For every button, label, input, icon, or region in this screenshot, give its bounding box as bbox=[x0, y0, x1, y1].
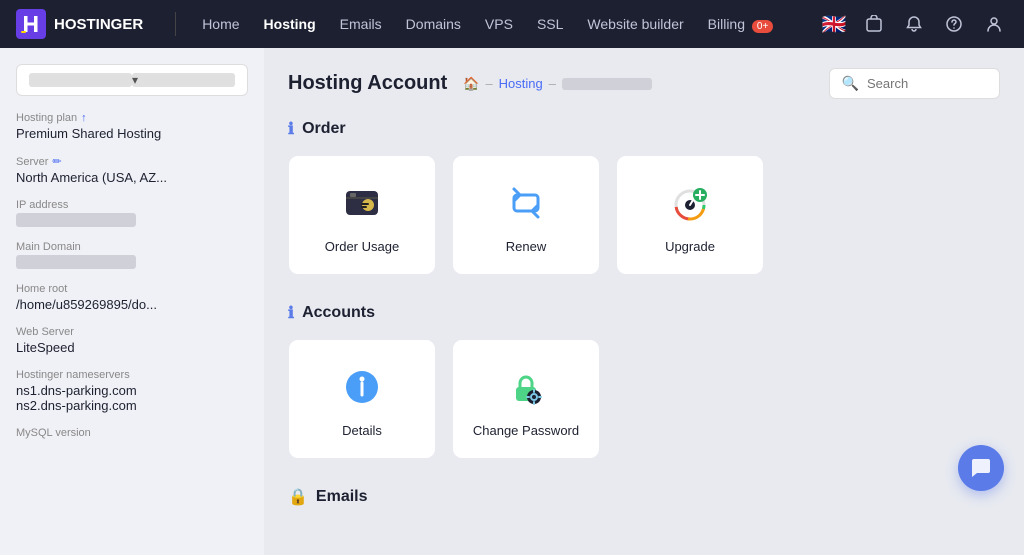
help-icon[interactable] bbox=[940, 10, 968, 38]
main-layout: ▾ Hosting plan ↑ Premium Shared Hosting … bbox=[0, 48, 1024, 555]
upgrade-icon[interactable]: ↑ bbox=[81, 112, 87, 124]
server-label: Server ✏ bbox=[16, 155, 248, 168]
web-server-value: LiteSpeed bbox=[16, 340, 248, 355]
order-usage-icon bbox=[336, 177, 388, 229]
emails-title-text: Emails bbox=[316, 488, 368, 506]
search-box[interactable]: 🔍 bbox=[829, 68, 1000, 99]
domain-label: Main Domain bbox=[16, 241, 248, 253]
details-icon bbox=[336, 361, 388, 413]
upgrade-card[interactable]: Upgrade bbox=[616, 155, 764, 275]
upgrade-icon-wrap bbox=[664, 177, 716, 229]
notifications-icon[interactable] bbox=[900, 10, 928, 38]
topnav-right: 🇬🇧 bbox=[820, 10, 1008, 38]
sidebar-ip: IP address bbox=[16, 199, 248, 227]
web-server-label: Web Server bbox=[16, 326, 248, 338]
sidebar-account-value bbox=[29, 73, 132, 87]
breadcrumb: 🏠 – Hosting – bbox=[463, 76, 652, 92]
nav-billing[interactable]: Billing 0+ bbox=[698, 10, 784, 38]
order-info-icon: ℹ bbox=[288, 119, 294, 139]
accounts-section-title: ℹ Accounts bbox=[288, 303, 1000, 323]
emails-section-title: 🔒 Emails bbox=[288, 487, 1000, 507]
order-usage-label: Order Usage bbox=[325, 239, 399, 254]
accounts-title-text: Accounts bbox=[302, 304, 375, 322]
change-password-label: Change Password bbox=[473, 423, 579, 438]
accounts-section: ℹ Accounts Details bbox=[288, 303, 1000, 459]
order-title-text: Order bbox=[302, 120, 346, 138]
details-label: Details bbox=[342, 423, 382, 438]
edit-icon[interactable]: ✏ bbox=[52, 155, 61, 168]
ip-label: IP address bbox=[16, 199, 248, 211]
sidebar-hosting-plan: Hosting plan ↑ Premium Shared Hosting bbox=[16, 112, 248, 141]
nameservers-label: Hostinger nameservers bbox=[16, 369, 248, 381]
language-selector[interactable]: 🇬🇧 bbox=[820, 10, 848, 38]
title-breadcrumb: Hosting Account 🏠 – Hosting – bbox=[288, 72, 652, 95]
accounts-info-icon: ℹ bbox=[288, 303, 294, 323]
details-card[interactable]: Details bbox=[288, 339, 436, 459]
breadcrumb-hosting-link[interactable]: Hosting bbox=[499, 76, 543, 91]
mysql-label: MySQL version bbox=[16, 427, 248, 439]
upgrade-label: Upgrade bbox=[665, 239, 715, 254]
search-input[interactable] bbox=[867, 76, 987, 91]
renew-card[interactable]: Renew bbox=[452, 155, 600, 275]
search-icon: 🔍 bbox=[842, 75, 859, 92]
accounts-card-grid: Details bbox=[288, 339, 1000, 459]
breadcrumb-sep2: – bbox=[549, 76, 556, 91]
nameservers-value2: ns2.dns-parking.com bbox=[16, 398, 248, 413]
emails-section: 🔒 Emails bbox=[288, 487, 1000, 507]
breadcrumb-sep1: – bbox=[485, 76, 492, 91]
nav-hosting[interactable]: Hosting bbox=[254, 10, 326, 38]
nav-ssl[interactable]: SSL bbox=[527, 10, 573, 38]
nav-divider bbox=[175, 12, 176, 36]
sidebar-mysql: MySQL version bbox=[16, 427, 248, 439]
logo[interactable]: HOSTINGER bbox=[16, 9, 143, 39]
domain-value bbox=[16, 255, 136, 269]
sidebar-home-root: Home root /home/u859269895/do... bbox=[16, 283, 248, 312]
top-navigation: HOSTINGER Home Hosting Emails Domains VP… bbox=[0, 0, 1024, 48]
nameservers-value1: ns1.dns-parking.com bbox=[16, 383, 248, 398]
chat-button[interactable] bbox=[958, 445, 1004, 491]
sidebar: ▾ Hosting plan ↑ Premium Shared Hosting … bbox=[0, 48, 264, 555]
sidebar-domain: Main Domain bbox=[16, 241, 248, 269]
emails-lock-icon: 🔒 bbox=[288, 487, 308, 507]
user-icon[interactable] bbox=[980, 10, 1008, 38]
breadcrumb-home-icon: 🏠 bbox=[463, 76, 479, 92]
main-nav: Home Hosting Emails Domains VPS SSL Webs… bbox=[192, 10, 820, 38]
hosting-plan-value: Premium Shared Hosting bbox=[16, 126, 248, 141]
flag-icon: 🇬🇧 bbox=[822, 12, 847, 37]
page-title: Hosting Account bbox=[288, 72, 447, 95]
sidebar-server: Server ✏ North America (USA, AZ... bbox=[16, 155, 248, 185]
home-root-label: Home root bbox=[16, 283, 248, 295]
sidebar-nameservers: Hostinger nameservers ns1.dns-parking.co… bbox=[16, 369, 248, 413]
nav-vps[interactable]: VPS bbox=[475, 10, 523, 38]
content-header: Hosting Account 🏠 – Hosting – 🔍 bbox=[288, 68, 1000, 99]
change-password-card[interactable]: Change Password bbox=[452, 339, 600, 459]
change-password-icon bbox=[500, 361, 552, 413]
breadcrumb-current bbox=[562, 78, 652, 90]
hosting-plan-label: Hosting plan ↑ bbox=[16, 112, 248, 124]
nav-home[interactable]: Home bbox=[192, 10, 249, 38]
order-usage-card[interactable]: Order Usage bbox=[288, 155, 436, 275]
chevron-down-icon: ▾ bbox=[132, 73, 235, 87]
order-card-grid: Order Usage Renew bbox=[288, 155, 1000, 275]
logo-text: HOSTINGER bbox=[54, 16, 143, 33]
nav-domains[interactable]: Domains bbox=[396, 10, 471, 38]
sidebar-account-dropdown[interactable]: ▾ bbox=[16, 64, 248, 96]
sidebar-web-server: Web Server LiteSpeed bbox=[16, 326, 248, 355]
home-root-value: /home/u859269895/do... bbox=[16, 297, 248, 312]
order-section-title: ℹ Order bbox=[288, 119, 1000, 139]
store-icon[interactable] bbox=[860, 10, 888, 38]
renew-label: Renew bbox=[506, 239, 546, 254]
nav-website-builder[interactable]: Website builder bbox=[577, 10, 693, 38]
renew-icon bbox=[500, 177, 552, 229]
nav-emails[interactable]: Emails bbox=[330, 10, 392, 38]
billing-badge: 0+ bbox=[752, 20, 773, 33]
server-value: North America (USA, AZ... bbox=[16, 170, 248, 185]
main-content: Hosting Account 🏠 – Hosting – 🔍 ℹ Order bbox=[264, 48, 1024, 555]
ip-value bbox=[16, 213, 136, 227]
order-section: ℹ Order Ord bbox=[288, 119, 1000, 275]
